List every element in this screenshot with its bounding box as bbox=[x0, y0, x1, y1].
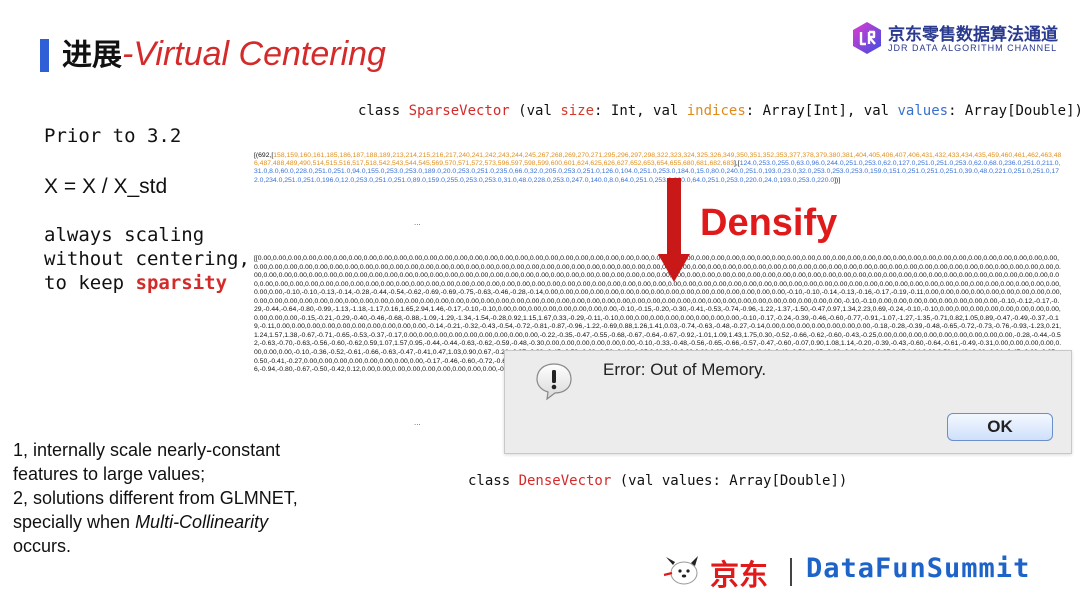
warning-icon bbox=[536, 363, 572, 401]
sparsity-highlight: sparsity bbox=[135, 272, 228, 294]
title-chinese: 进展 bbox=[62, 38, 122, 73]
title-accent-bar bbox=[40, 39, 49, 72]
footer-jd-wordmark: 京东 bbox=[710, 558, 769, 592]
sparse-data-head: [(692,[ bbox=[254, 152, 274, 159]
sparse-param-indices: indices bbox=[686, 103, 746, 119]
ellipsis-dense: ... bbox=[414, 418, 421, 427]
note-2-prefix: specially when bbox=[13, 512, 136, 532]
sparse-param-values: values bbox=[897, 103, 949, 119]
explanation-line-3: to keep sparsity bbox=[44, 272, 227, 294]
logo-text-english: JDR DATA ALGORITHM CHANNEL bbox=[888, 43, 1058, 53]
note-1-line-2: features to large values; bbox=[13, 464, 206, 484]
title-separator: - bbox=[122, 35, 134, 73]
sparse-param-size: size bbox=[560, 103, 595, 119]
note-2-line-3: occurs. bbox=[13, 536, 72, 556]
explanation-line-1: always scaling bbox=[44, 224, 205, 246]
note-2-line-1: 2, solutions different from GLMNET, bbox=[13, 488, 298, 508]
prior-version-label: Prior to 3.2 bbox=[44, 125, 182, 147]
footer-divider bbox=[790, 558, 792, 586]
dense-decl-keyword: class bbox=[468, 473, 519, 489]
ok-button[interactable]: OK bbox=[947, 413, 1053, 441]
page-title: 进展-Virtual Centering bbox=[62, 34, 386, 76]
sparse-decl-open: (val bbox=[509, 103, 561, 119]
error-message: Error: Out of Memory. bbox=[603, 360, 767, 379]
explanation-line-2: without centering, bbox=[44, 248, 250, 270]
logo-text-chinese: 京东零售数据算法通道 bbox=[888, 25, 1058, 45]
note-2-line-2: specially when Multi-Collinearity bbox=[13, 510, 268, 534]
dense-vector-declaration: class DenseVector (val values: Array[Dou… bbox=[468, 473, 847, 489]
sparse-type-size: : Int, val bbox=[594, 103, 687, 119]
sparse-type-indices: : Array[Int], val bbox=[745, 103, 898, 119]
densify-label: Densify bbox=[700, 202, 838, 244]
title-english: Virtual Centering bbox=[133, 35, 386, 73]
sparse-data-tail: ])] bbox=[834, 176, 841, 184]
ellipsis-sparse: ... bbox=[414, 218, 421, 227]
sparse-class-name: SparseVector bbox=[408, 103, 510, 119]
sparse-decl-keyword: class bbox=[358, 103, 409, 119]
sparse-type-values: : Array[Double]) bbox=[948, 103, 1080, 119]
dense-decl-params: (val values: Array[Double]) bbox=[611, 473, 848, 489]
jdr-logo-icon bbox=[853, 22, 881, 54]
jd-dog-mascot-icon bbox=[663, 556, 698, 585]
multi-collinearity-term: Multi-Collinearity bbox=[135, 512, 269, 532]
down-arrow-icon bbox=[658, 178, 690, 282]
error-dialog: Error: Out of Memory. OK bbox=[504, 350, 1072, 454]
footer-datafun-wordmark: DataFunSummit bbox=[806, 553, 1031, 584]
scaling-formula: X = X / X_std bbox=[44, 175, 168, 198]
explanation-line-3-prefix: to keep bbox=[44, 272, 136, 294]
dense-class-name: DenseVector bbox=[518, 473, 612, 489]
sparse-vector-declaration: class SparseVector (val size: Int, val i… bbox=[358, 103, 1080, 119]
note-1-line-1: 1, internally scale nearly-constant bbox=[13, 440, 281, 460]
